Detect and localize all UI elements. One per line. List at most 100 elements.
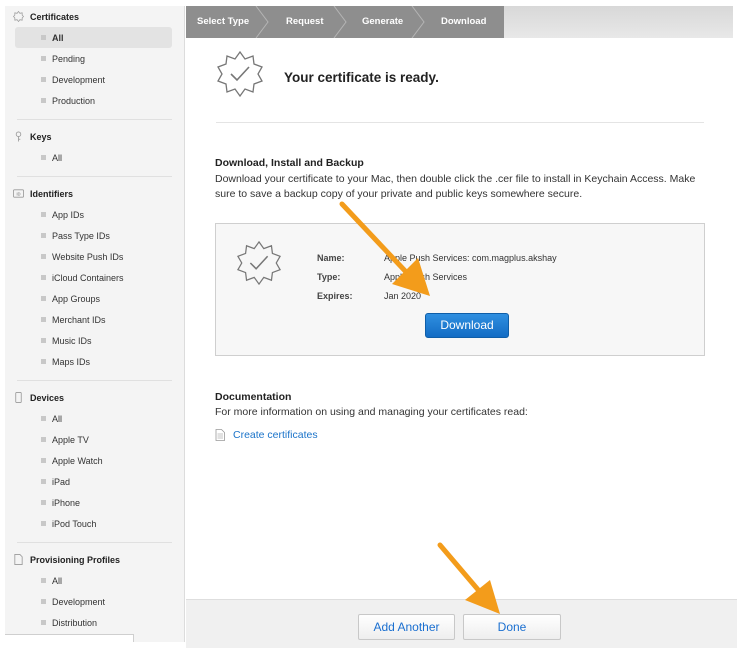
sidebar-item-maps-ids[interactable]: Maps IDs xyxy=(15,351,172,372)
sidebar-item-label: Pass Type IDs xyxy=(52,230,110,241)
sidebar-item-iphone[interactable]: iPhone xyxy=(15,492,172,513)
sidebar-item-all[interactable]: All xyxy=(15,27,172,48)
device-icon xyxy=(13,392,24,403)
sidebar-divider xyxy=(17,119,172,120)
sidebar-item-label: Music IDs xyxy=(52,335,92,346)
bullet-icon xyxy=(41,155,46,160)
sidebar-item-label: Website Push IDs xyxy=(52,251,124,262)
expires-value: Jan 2020 xyxy=(384,291,422,301)
certificate-seal-icon xyxy=(217,50,263,98)
sidebar-item-label: Development xyxy=(52,74,106,85)
sidebar-item-website-push-ids[interactable]: Website Push IDs xyxy=(15,246,172,267)
bullet-icon xyxy=(41,479,46,484)
bullet-icon xyxy=(41,275,46,280)
sidebar-item-merchant-ids[interactable]: Merchant IDs xyxy=(15,309,172,330)
svg-text:ID: ID xyxy=(16,192,20,197)
sidebar-item-label: Apple TV xyxy=(52,434,89,445)
sidebar-item-development[interactable]: Development xyxy=(15,591,172,612)
documentation-text: For more information on using and managi… xyxy=(215,406,528,418)
sidebar-item-pass-type-ids[interactable]: Pass Type IDs xyxy=(15,225,172,246)
step-download: Download xyxy=(441,16,487,27)
bullet-icon xyxy=(41,437,46,442)
sidebar-item-all[interactable]: All xyxy=(15,570,172,591)
bullet-icon xyxy=(41,317,46,322)
documentation-heading: Documentation xyxy=(215,391,292,403)
download-instructions: Download your certificate to your Mac, t… xyxy=(215,173,696,200)
sidebar-item-ipad[interactable]: iPad xyxy=(15,471,172,492)
bullet-icon xyxy=(41,521,46,526)
bullet-icon xyxy=(41,56,46,61)
sidebar-item-icloud-containers[interactable]: iCloud Containers xyxy=(15,267,172,288)
name-value: Apple Push Services: com.magplus.akshay xyxy=(384,253,557,263)
bullet-icon xyxy=(41,233,46,238)
bullet-icon xyxy=(41,296,46,301)
sidebar-item-app-groups[interactable]: App Groups xyxy=(15,288,172,309)
certificate-details-panel: Name: Apple Push Services: com.magplus.a… xyxy=(215,223,705,356)
sidebar-item-music-ids[interactable]: Music IDs xyxy=(15,330,172,351)
add-another-button[interactable]: Add Another xyxy=(358,614,455,640)
sidebar-section-label: Identifiers xyxy=(30,188,74,199)
sidebar-item-label: App IDs xyxy=(52,209,85,220)
sidebar-item-apple-watch[interactable]: Apple Watch xyxy=(15,450,172,471)
sidebar-item-all[interactable]: All xyxy=(15,147,172,168)
sidebar-item-app-ids[interactable]: App IDs xyxy=(15,204,172,225)
download-heading: Download, Install and Backup xyxy=(215,157,364,169)
sidebar-section-identifiers[interactable]: ID Identifiers xyxy=(5,183,184,204)
id-icon: ID xyxy=(13,188,24,199)
sidebar-section-provisioning-profiles[interactable]: Provisioning Profiles xyxy=(5,549,184,570)
sidebar-section-label: Certificates xyxy=(30,11,80,22)
sidebar-section-certificates[interactable]: Certificates xyxy=(5,6,184,27)
key-icon xyxy=(13,131,24,142)
step-progress-bar: Select Type Request Generate Download xyxy=(186,6,733,38)
step-separator-icon xyxy=(411,6,425,38)
expires-label: Expires: xyxy=(317,291,353,301)
sidebar-item-label: Merchant IDs xyxy=(52,314,106,325)
bullet-icon xyxy=(41,620,46,625)
download-button[interactable]: Download xyxy=(425,313,509,338)
bullet-icon xyxy=(41,416,46,421)
sidebar-item-label: Development xyxy=(52,596,106,607)
sidebar-item-apple-tv[interactable]: Apple TV xyxy=(15,429,172,450)
sidebar-item-label: All xyxy=(52,152,63,163)
create-certificates-link-label[interactable]: Create certificates xyxy=(233,429,318,441)
step-separator-icon xyxy=(333,6,347,38)
sidebar-item-label: iPad xyxy=(52,476,71,487)
certificate-seal-icon xyxy=(237,240,281,286)
sidebar-item-ipod-touch[interactable]: iPod Touch xyxy=(15,513,172,534)
sidebar-item-label: iPod Touch xyxy=(52,518,97,529)
sidebar-item-all[interactable]: All xyxy=(15,408,172,429)
sidebar-item-development[interactable]: Development xyxy=(15,69,172,90)
step-generate: Generate xyxy=(362,16,404,27)
main-content: Select Type Request Generate Download Yo… xyxy=(186,6,737,648)
name-label: Name: xyxy=(317,253,345,263)
step-request: Request xyxy=(286,16,324,27)
bullet-icon xyxy=(41,458,46,463)
file-icon xyxy=(215,429,225,441)
sidebar-section-label: Provisioning Profiles xyxy=(30,554,121,565)
sidebar-item-label: All xyxy=(52,413,63,424)
sidebar-section-devices[interactable]: Devices xyxy=(5,387,184,408)
create-certificates-link[interactable]: Create certificates xyxy=(215,429,318,441)
bullet-icon xyxy=(41,98,46,103)
sidebar-item-production[interactable]: Production xyxy=(15,90,172,111)
sidebar-bottom-panel xyxy=(5,634,134,642)
bullet-icon xyxy=(41,254,46,259)
document-icon xyxy=(13,554,24,565)
sidebar-divider xyxy=(17,542,172,543)
sidebar-item-label: Distribution xyxy=(52,617,98,628)
sidebar-item-pending[interactable]: Pending xyxy=(15,48,172,69)
bullet-icon xyxy=(41,212,46,217)
sidebar-item-label: Maps IDs xyxy=(52,356,91,367)
sidebar-item-label: Production xyxy=(52,95,96,106)
sidebar-item-label: All xyxy=(52,32,64,43)
bullet-icon xyxy=(41,359,46,364)
done-button[interactable]: Done xyxy=(463,614,561,640)
sidebar-section-keys[interactable]: Keys xyxy=(5,126,184,147)
bullet-icon xyxy=(41,35,46,40)
sidebar-item-label: App Groups xyxy=(52,293,101,304)
sidebar-item-label: iCloud Containers xyxy=(52,272,124,283)
sidebar-item-distribution[interactable]: Distribution xyxy=(15,612,172,633)
step-separator-icon xyxy=(255,6,269,38)
type-value: Apple Push Services xyxy=(384,272,468,282)
sidebar-item-label: Pending xyxy=(52,53,86,64)
